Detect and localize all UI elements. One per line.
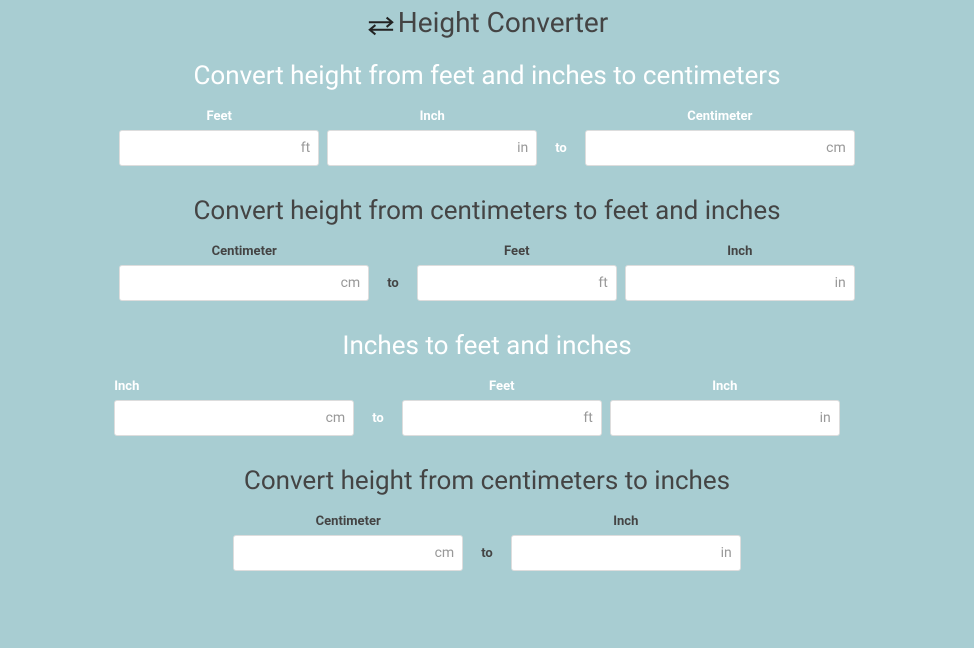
input-container: ft	[417, 265, 617, 301]
input-container: in	[511, 535, 741, 571]
field-label: Inch	[613, 514, 638, 529]
field-centimeter: Centimeter cm	[119, 244, 369, 301]
field-centimeter: Centimeter cm	[233, 514, 463, 571]
unit-label: in	[835, 275, 846, 291]
exchange-icon	[366, 11, 396, 35]
unit-label: ft	[583, 410, 592, 426]
field-label: Feet	[206, 109, 231, 124]
input-container: cm	[119, 265, 369, 301]
page-title: Height Converter	[366, 6, 608, 39]
field-label: Feet	[489, 379, 514, 394]
feet-input[interactable]	[128, 140, 295, 156]
unit-label: in	[820, 410, 831, 426]
input-container: in	[327, 130, 537, 166]
unit-label: ft	[301, 140, 310, 156]
centimeter-input[interactable]	[242, 545, 428, 561]
field-label: Feet	[504, 244, 529, 259]
unit-label: cm	[326, 410, 346, 426]
input-container: cm	[585, 130, 855, 166]
field-inch: Inch in	[327, 109, 537, 166]
to-label: to	[545, 141, 577, 166]
input-container: in	[610, 400, 840, 436]
inch-src-input[interactable]	[123, 410, 319, 426]
input-container: cm	[114, 400, 354, 436]
centimeter-input[interactable]	[128, 275, 334, 291]
input-container: ft	[119, 130, 319, 166]
section-title: Convert height from centimeters to feet …	[0, 196, 974, 226]
unit-label: ft	[598, 275, 607, 291]
section-cm-to-in: Convert height from centimeters to inche…	[0, 466, 974, 571]
field-label: Inch	[114, 379, 139, 394]
conversion-row: Centimeter cm to Feet ft Inch in	[0, 244, 974, 301]
section-cm-to-ftin: Convert height from centimeters to feet …	[0, 196, 974, 301]
page-header: Height Converter	[0, 0, 974, 61]
inch-output[interactable]	[619, 410, 814, 426]
field-label: Inch	[727, 244, 752, 259]
inch-input[interactable]	[336, 140, 511, 156]
input-container: cm	[233, 535, 463, 571]
section-title: Convert height from feet and inches to c…	[0, 61, 974, 91]
section-title: Convert height from centimeters to inche…	[0, 466, 974, 496]
inch-output[interactable]	[634, 275, 829, 291]
field-inch: Inch in	[511, 514, 741, 571]
page-title-text: Height Converter	[398, 6, 608, 39]
input-container: ft	[402, 400, 602, 436]
conversion-row: Centimeter cm to Inch in	[0, 514, 974, 571]
field-label: Centimeter	[316, 514, 381, 529]
field-feet: Feet ft	[402, 379, 602, 436]
field-feet: Feet ft	[417, 244, 617, 301]
section-title: Inches to feet and inches	[0, 331, 974, 361]
conversion-row: Feet ft Inch in to Centimeter cm	[0, 109, 974, 166]
unit-label: cm	[341, 275, 361, 291]
field-inch: Inch in	[625, 244, 855, 301]
field-centimeter: Centimeter cm	[585, 109, 855, 166]
unit-label: in	[721, 545, 732, 561]
centimeter-output[interactable]	[594, 140, 820, 156]
unit-label: in	[517, 140, 528, 156]
field-label: Centimeter	[212, 244, 277, 259]
to-label: to	[377, 276, 409, 301]
field-label: Inch	[420, 109, 445, 124]
field-label: Inch	[712, 379, 737, 394]
field-inch: Inch in	[610, 379, 840, 436]
to-label: to	[362, 411, 394, 436]
field-feet: Feet ft	[119, 109, 319, 166]
section-ftin-to-cm: Convert height from feet and inches to c…	[0, 61, 974, 166]
section-in-to-ftin: Inches to feet and inches Inch cm to Fee…	[0, 331, 974, 436]
input-container: in	[625, 265, 855, 301]
unit-label: cm	[826, 140, 846, 156]
to-label: to	[471, 546, 503, 571]
inch-output[interactable]	[520, 545, 715, 561]
conversion-row: Inch cm to Feet ft Inch in	[0, 379, 974, 436]
unit-label: cm	[435, 545, 455, 561]
field-inch-src: Inch cm	[114, 379, 354, 436]
feet-output[interactable]	[426, 275, 593, 291]
field-label: Centimeter	[687, 109, 752, 124]
feet-output[interactable]	[411, 410, 578, 426]
